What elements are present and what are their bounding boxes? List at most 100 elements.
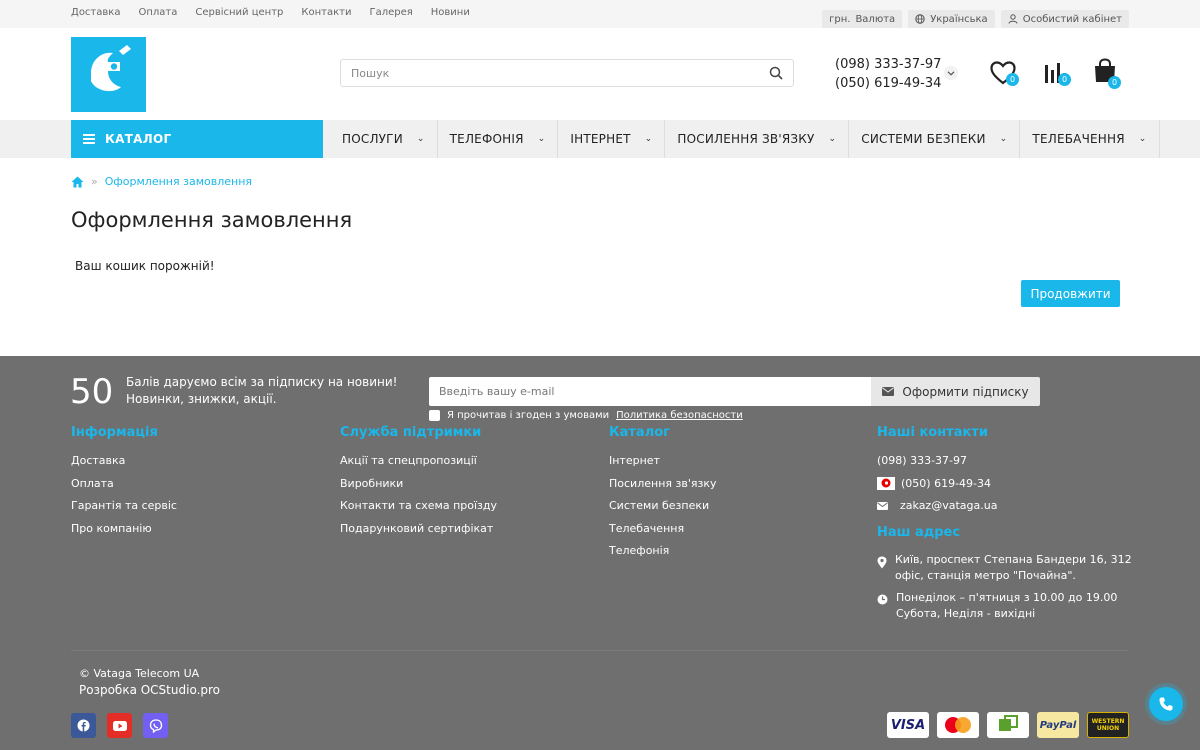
currency-selector[interactable]: грн. Валюта bbox=[822, 10, 903, 28]
chevron-down-icon: ⌄ bbox=[644, 134, 653, 144]
footer-link-internet[interactable]: Інтернет bbox=[609, 454, 716, 468]
footer-phone-2: (050) 619-49-34 bbox=[901, 476, 992, 490]
vodafone-icon bbox=[877, 476, 895, 490]
address-line-2: офіс, станція метро "Почайна". bbox=[895, 568, 1076, 582]
nav-item-security-systems[interactable]: СИСТЕМИ БЕЗПЕКИ ⌄ bbox=[849, 120, 1021, 158]
footer-link-signal-boost[interactable]: Посилення зв'язку bbox=[609, 477, 716, 491]
viber-link[interactable] bbox=[143, 713, 168, 738]
nav-item-tv[interactable]: ТЕЛЕБАЧЕННЯ ⌄ bbox=[1020, 120, 1160, 158]
nav-item-telephony[interactable]: ТЕЛЕФОНІЯ ⌄ bbox=[438, 120, 559, 158]
footer-col-info: Інформація Доставка Оплата Гарантія та с… bbox=[71, 425, 177, 544]
developer-credit[interactable]: Розробка OCStudio.pro bbox=[79, 682, 220, 698]
footer-heading-contacts: Наші контакти bbox=[877, 425, 988, 440]
footer-col-contacts: Наші контакти (098) 333-37-97 (050) 619-… bbox=[877, 425, 1132, 628]
clock-icon bbox=[877, 594, 888, 604]
site-logo[interactable] bbox=[71, 37, 146, 112]
breadcrumb-separator: » bbox=[91, 175, 98, 188]
nav-item-label: СИСТЕМИ БЕЗПЕКИ bbox=[861, 132, 986, 146]
footer-phone-1-row[interactable]: (098) 333-37-97 bbox=[877, 454, 1132, 468]
footer-email-row[interactable]: zakaz@vataga.ua bbox=[877, 499, 1132, 513]
header-phone-2[interactable]: (050) 619-49-34 bbox=[835, 74, 941, 93]
footer-link-about[interactable]: Про компанію bbox=[71, 522, 177, 536]
account-link[interactable]: Особистий кабінет bbox=[1000, 10, 1129, 28]
subscribe-email-input[interactable] bbox=[429, 377, 871, 406]
footer-link-warranty[interactable]: Гарантія та сервіс bbox=[71, 499, 177, 513]
footer-link-tv[interactable]: Телебачення bbox=[609, 522, 716, 536]
currency-code: грн. bbox=[829, 13, 851, 25]
cart-count-badge: 0 bbox=[1108, 76, 1121, 89]
phone-icon bbox=[1159, 697, 1173, 711]
top-link-service-center[interactable]: Сервісний центр bbox=[195, 7, 283, 18]
page-title: Оформлення замовлення bbox=[71, 208, 353, 232]
footer-link-gift-certificate[interactable]: Подарунковий сертифікат bbox=[340, 522, 497, 536]
top-link-gallery[interactable]: Галерея bbox=[369, 7, 412, 18]
footer-copyright: © Vataga Telecom UA Розробка OCStudio.pr… bbox=[79, 666, 220, 698]
viber-icon bbox=[149, 718, 162, 733]
search-icon[interactable] bbox=[769, 66, 783, 80]
footer-link-contacts-map[interactable]: Контакти та схема проїзду bbox=[340, 499, 497, 513]
privatbank-icon bbox=[999, 715, 1018, 731]
footer-email: zakaz@vataga.ua bbox=[900, 499, 998, 513]
top-link-news[interactable]: Новини bbox=[431, 7, 470, 18]
footer-link-security[interactable]: Системи безпеки bbox=[609, 499, 716, 513]
facebook-icon bbox=[77, 719, 90, 732]
wishlist-button[interactable]: 0 bbox=[990, 61, 1019, 89]
footer: 50 Балів даруємо всім за підписку на нов… bbox=[0, 356, 1200, 750]
facebook-link[interactable] bbox=[71, 713, 96, 738]
footer-link-manufacturers[interactable]: Виробники bbox=[340, 477, 497, 491]
footer-link-promotions[interactable]: Акції та спецпропозиції bbox=[340, 454, 497, 468]
compare-button[interactable]: 0 bbox=[1043, 61, 1071, 89]
continue-button[interactable]: Продовжити bbox=[1021, 280, 1120, 307]
top-link-contacts[interactable]: Контакти bbox=[301, 7, 351, 18]
footer-heading-support: Служба підтримки bbox=[340, 425, 482, 440]
nav-item-label: ПОСИЛЕННЯ ЗВ'ЯЗКУ bbox=[677, 132, 815, 146]
mastercard-payment-logo bbox=[937, 712, 979, 738]
phones-dropdown-chevron-icon[interactable] bbox=[944, 66, 958, 80]
footer-address: Київ, проспект Степана Бандери 16, 312 о… bbox=[877, 552, 1132, 584]
nav-item-internet[interactable]: ІНТЕРНЕТ ⌄ bbox=[558, 120, 666, 158]
callback-button[interactable] bbox=[1149, 687, 1183, 721]
footer-link-delivery[interactable]: Доставка bbox=[71, 454, 177, 468]
copyright-text: © Vataga Telecom UA bbox=[79, 667, 200, 680]
youtube-link[interactable] bbox=[107, 713, 132, 738]
nav-item-signal-boost[interactable]: ПОСИЛЕННЯ ЗВ'ЯЗКУ ⌄ bbox=[665, 120, 850, 158]
footer-phone-1: (098) 333-37-97 bbox=[877, 454, 968, 468]
top-bar: Доставка Оплата Сервісний центр Контакти… bbox=[0, 0, 1200, 28]
home-icon[interactable] bbox=[71, 176, 84, 188]
subscribe-points: 50 bbox=[70, 372, 114, 412]
nav-item-services[interactable]: ПОСЛУГИ ⌄ bbox=[330, 120, 438, 158]
footer-phone-2-row[interactable]: (050) 619-49-34 bbox=[877, 476, 1132, 491]
footer-link-telephony[interactable]: Телефонія bbox=[609, 544, 716, 558]
agree-text: Я прочитав і згоден з умовами bbox=[447, 410, 610, 421]
hours-line-1: Понеділок – п'ятниця з 10.00 до 19.00 bbox=[896, 590, 1118, 604]
currency-label: Валюта bbox=[855, 13, 896, 25]
nav-menu: ПОСЛУГИ ⌄ ТЕЛЕФОНІЯ ⌄ ІНТЕРНЕТ ⌄ ПОСИЛЕННЯ … bbox=[330, 120, 1160, 158]
header-phone-1[interactable]: (098) 333-37-97 bbox=[835, 55, 941, 74]
top-link-delivery[interactable]: Доставка bbox=[71, 7, 120, 18]
header-phones: (098) 333-37-97 (050) 619-49-34 bbox=[835, 55, 941, 93]
nav-item-label: ПОСЛУГИ bbox=[342, 132, 403, 146]
envelope-icon bbox=[882, 387, 895, 396]
empty-cart-message: Ваш кошик порожній! bbox=[75, 259, 215, 273]
chevron-down-icon: ⌄ bbox=[999, 134, 1008, 144]
top-link-payment[interactable]: Оплата bbox=[138, 7, 177, 18]
nav-item-label: ТЕЛЕФОНІЯ bbox=[449, 132, 524, 146]
catalog-button[interactable]: КАТАЛОГ bbox=[71, 120, 323, 158]
privatbank-payment-logo bbox=[987, 712, 1029, 738]
subscribe-text: Балів даруємо всім за підписку на новини… bbox=[126, 374, 397, 408]
subscribe-button[interactable]: Оформити підписку bbox=[871, 377, 1040, 406]
cart-button[interactable]: 0 bbox=[1093, 58, 1121, 89]
agree-checkbox[interactable] bbox=[429, 410, 440, 421]
language-selector[interactable]: Українська bbox=[908, 10, 995, 28]
privacy-policy-link[interactable]: Политика безопасности bbox=[616, 410, 743, 421]
user-icon bbox=[1008, 14, 1018, 24]
footer-heading-address: Наш адрес bbox=[877, 524, 961, 540]
breadcrumb-current[interactable]: Оформлення замовлення bbox=[105, 175, 252, 188]
footer-link-payment[interactable]: Оплата bbox=[71, 477, 177, 491]
footer-divider bbox=[71, 650, 1128, 651]
address-line-1: Київ, проспект Степана Бандери 16, 312 bbox=[895, 552, 1132, 566]
paypal-payment-logo: PayPal bbox=[1037, 712, 1079, 738]
search-input[interactable] bbox=[341, 60, 741, 86]
chevron-down-icon: ⌄ bbox=[1138, 134, 1147, 144]
header: (098) 333-37-97 (050) 619-49-34 0 0 0 bbox=[0, 28, 1200, 120]
